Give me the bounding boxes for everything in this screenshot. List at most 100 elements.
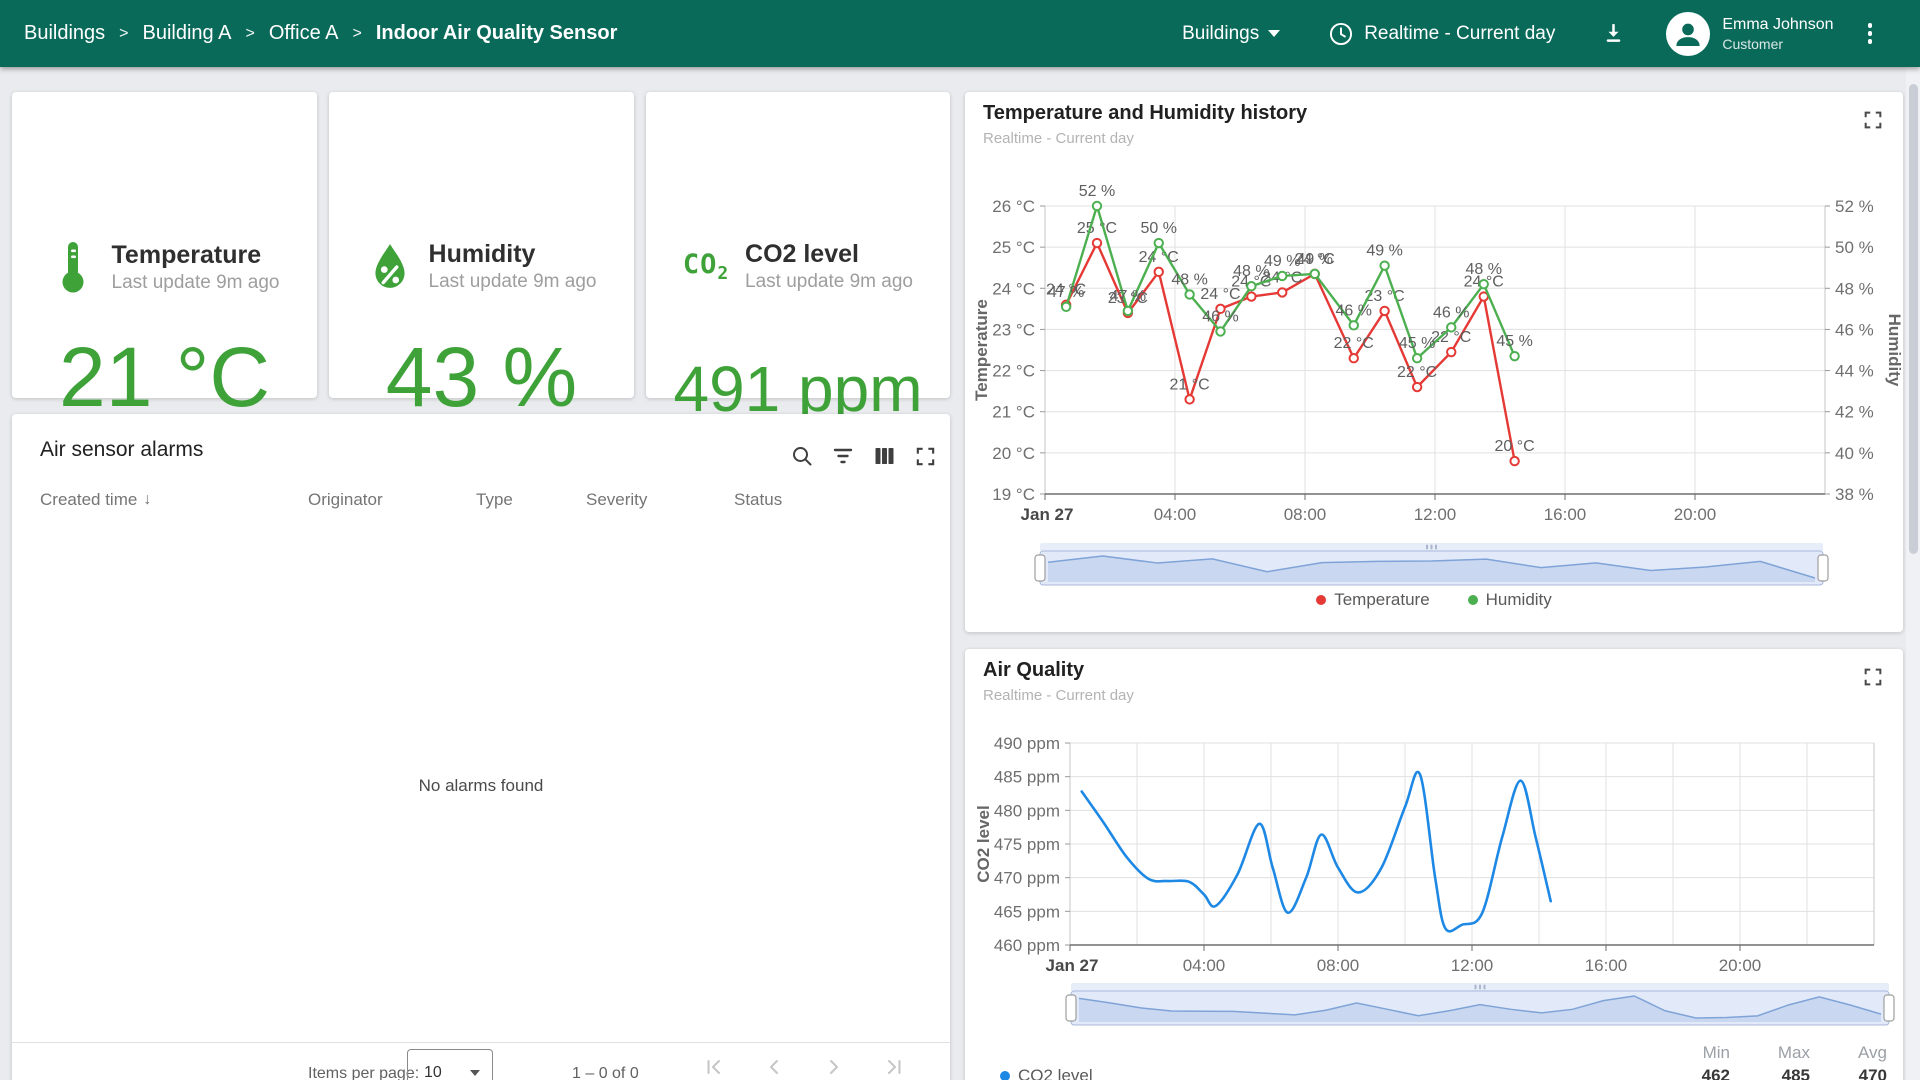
user-name: Emma Johnson [1722, 14, 1833, 35]
data-point[interactable] [1350, 354, 1358, 362]
data-point[interactable] [1413, 383, 1421, 391]
entity-dropdown[interactable]: Buildings [1182, 23, 1280, 45]
axis-label: 20:00 [1719, 956, 1762, 975]
data-point[interactable] [1278, 272, 1286, 280]
data-point-label: 20 °C [1495, 438, 1535, 455]
data-point-label: 25 °C [1077, 220, 1117, 237]
datazoom-handle[interactable] [1066, 995, 1076, 1021]
axis-label: 26 °C [992, 197, 1035, 216]
metric-subtitle: Last update 9m ago [745, 271, 913, 293]
next-page-button[interactable] [822, 1055, 846, 1079]
data-point[interactable] [1185, 395, 1193, 403]
axis-label: 04:00 [1183, 956, 1226, 975]
series-line-co2-level [1082, 772, 1551, 931]
column-header-type[interactable]: Type [476, 490, 513, 510]
data-point[interactable] [1062, 303, 1070, 311]
data-point[interactable] [1093, 239, 1101, 247]
breadcrumb: Buildings>Building A>Office A>Indoor Air… [0, 22, 617, 45]
data-point[interactable] [1480, 280, 1488, 288]
user-role: Customer [1722, 35, 1833, 53]
axis-label: 12:00 [1414, 505, 1457, 524]
temperature-card: Temperature Last update 9m ago 21 °C [12, 92, 317, 398]
alarms-empty-text: No alarms found [12, 776, 950, 796]
data-point[interactable] [1124, 307, 1132, 315]
data-point[interactable] [1447, 348, 1455, 356]
more-menu-icon[interactable] [1864, 19, 1877, 48]
search-icon[interactable] [790, 444, 814, 468]
download-button[interactable] [1601, 21, 1626, 46]
breadcrumb-item[interactable]: Indoor Air Quality Sensor [376, 22, 618, 45]
data-point[interactable] [1311, 270, 1319, 278]
data-point[interactable] [1510, 457, 1518, 465]
legend-item-humidity[interactable]: Humidity [1468, 590, 1552, 610]
column-header-created-time[interactable]: Created time↓ [40, 490, 151, 510]
legend-dot [1468, 595, 1478, 605]
data-point[interactable] [1447, 323, 1455, 331]
breadcrumb-item[interactable]: Building A [143, 22, 232, 45]
data-point-label: 45 % [1399, 335, 1435, 352]
timewindow-button[interactable]: Realtime - Current day [1328, 21, 1555, 47]
column-header-status[interactable]: Status [734, 490, 782, 510]
axis-label: 44 % [1835, 362, 1874, 381]
columns-icon[interactable] [872, 444, 896, 468]
data-point[interactable] [1510, 352, 1518, 360]
axis-label: 465 ppm [994, 902, 1060, 921]
data-point[interactable] [1350, 321, 1358, 329]
axis-label: 08:00 [1284, 505, 1327, 524]
stat-value-avg: 470 [1817, 1066, 1887, 1080]
breadcrumb-item[interactable]: Buildings [24, 22, 105, 45]
data-point-label: 48 % [1466, 261, 1502, 278]
data-point[interactable] [1278, 288, 1286, 296]
axis-label: 480 ppm [994, 801, 1060, 820]
data-point[interactable] [1413, 354, 1421, 362]
axis-label: 08:00 [1317, 956, 1360, 975]
data-point[interactable] [1380, 261, 1388, 269]
alarms-title: Air sensor alarms [40, 438, 203, 462]
data-point[interactable] [1216, 327, 1224, 335]
datazoom-handle[interactable] [1035, 555, 1045, 581]
scrollbar-thumb[interactable] [1909, 84, 1918, 554]
sort-arrow-icon: ↓ [143, 491, 151, 509]
data-point[interactable] [1185, 290, 1193, 298]
data-point[interactable] [1247, 292, 1255, 300]
page-range-label: 1 – 0 of 0 [572, 1065, 639, 1080]
breadcrumb-separator: > [353, 25, 362, 43]
axis-label: 23 °C [992, 320, 1035, 339]
legend-item-temperature[interactable]: Temperature [1316, 590, 1429, 610]
chart-legend[interactable]: CO2 level [1000, 1066, 1093, 1080]
datazoom-handle[interactable] [1884, 995, 1894, 1021]
axis-label: 38 % [1835, 485, 1874, 504]
first-page-button[interactable] [702, 1055, 726, 1079]
data-point[interactable] [1093, 202, 1101, 210]
temp-humidity-chart-card: Temperature and Humidity history Realtim… [965, 92, 1903, 632]
data-point[interactable] [1380, 307, 1388, 315]
axis-label: 475 ppm [994, 835, 1060, 854]
data-point[interactable] [1155, 239, 1163, 247]
humidity-card: Humidity Last update 9m ago 43 % [329, 92, 634, 398]
breadcrumb-item[interactable]: Office A [269, 22, 339, 45]
air-quality-chart: 460 ppm465 ppm470 ppm475 ppm480 ppm485 p… [965, 649, 1903, 1080]
clock-icon [1328, 21, 1354, 47]
previous-page-button[interactable] [762, 1055, 786, 1079]
axis-label: Jan 27 [1021, 505, 1074, 524]
filter-icon[interactable] [831, 444, 855, 468]
axis-label: 52 % [1835, 197, 1874, 216]
temperature-value: 21 °C [12, 332, 317, 422]
app-bar-actions: Buildings Realtime - Current day [1182, 12, 1920, 56]
entity-dropdown-label: Buildings [1182, 23, 1259, 45]
metric-title: CO2 level [745, 240, 913, 268]
datazoom-handle[interactable] [1818, 555, 1828, 581]
data-point-label: 46 % [1202, 308, 1238, 325]
column-header-originator[interactable]: Originator [308, 490, 383, 510]
last-page-button[interactable] [882, 1055, 906, 1079]
data-point[interactable] [1155, 268, 1163, 276]
data-point[interactable] [1247, 282, 1255, 290]
axis-label: 16:00 [1544, 505, 1587, 524]
user-menu[interactable]: Emma Johnson Customer [1666, 12, 1833, 56]
column-header-severity[interactable]: Severity [586, 490, 647, 510]
fullscreen-icon[interactable] [913, 444, 937, 468]
items-per-page-select[interactable]: 10 [407, 1049, 493, 1080]
axis-label: 48 % [1835, 279, 1874, 298]
chevron-down-icon [1268, 30, 1280, 37]
axis-label: 19 °C [992, 485, 1035, 504]
